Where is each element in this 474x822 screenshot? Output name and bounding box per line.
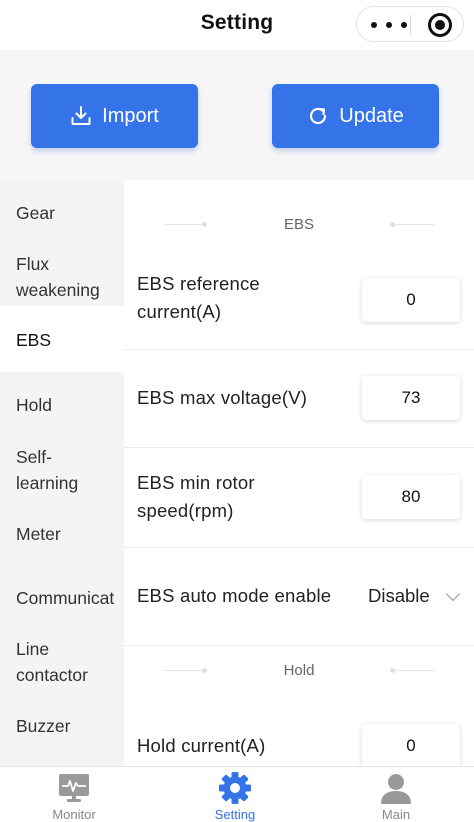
row-hold-current: Hold current(A) 0 <box>124 696 474 766</box>
row-label: EBS auto mode enable <box>137 585 332 606</box>
settings-category-sidebar: Gear Flux weakening EBS Hold Self- learn… <box>0 180 124 766</box>
sidebar-item-hold[interactable]: Hold <box>0 392 124 418</box>
user-icon <box>381 774 411 804</box>
monitor-icon <box>59 774 89 802</box>
tab-monitor[interactable]: Monitor <box>0 767 153 822</box>
section-divider-right <box>394 670 434 671</box>
tab-label: Setting <box>214 807 256 822</box>
hold-current-input[interactable]: 0 <box>362 724 460 766</box>
bottom-tab-bar: Monitor Setting Main <box>0 766 474 822</box>
tab-main[interactable]: Main <box>317 767 474 822</box>
section-header-ebs: EBS <box>124 210 474 240</box>
ebs-max-voltage-input[interactable]: 73 <box>362 376 460 420</box>
update-button[interactable]: Update <box>272 84 439 148</box>
import-label: Import <box>102 104 159 127</box>
tab-label: Main <box>381 807 411 822</box>
mini-program-capsule <box>356 6 464 42</box>
section-header-hold: Hold <box>124 656 474 686</box>
row-label: EBS max voltage(V) <box>137 387 308 408</box>
gear-icon <box>219 772 251 804</box>
sidebar-item-buzzer[interactable]: Buzzer <box>0 713 124 739</box>
sidebar-item-communication[interactable]: Communicat <box>0 585 124 611</box>
row-label: EBS min rotor speed(rpm) <box>137 472 255 521</box>
refresh-icon <box>310 107 327 125</box>
row-label: Hold current(A) <box>137 735 266 756</box>
ebs-min-rotor-speed-input[interactable]: 80 <box>362 475 460 519</box>
sidebar-item-meter[interactable]: Meter <box>0 521 124 547</box>
download-icon <box>71 106 91 125</box>
close-target-icon[interactable] <box>428 13 452 37</box>
row-ebs-reference-current: EBS reference current(A) 0 <box>124 250 474 350</box>
row-label: EBS reference current(A) <box>137 273 260 322</box>
row-ebs-auto-mode-enable: EBS auto mode enable Disable <box>124 548 474 646</box>
settings-content: EBS EBS reference current(A) 0 EBS max v… <box>124 180 474 766</box>
tab-setting[interactable]: Setting <box>156 767 314 822</box>
ebs-auto-mode-select[interactable]: Disable <box>368 582 430 610</box>
sidebar-item-self-learning[interactable]: Self- learning <box>0 444 124 496</box>
sidebar-item-line-contactor[interactable]: Line contactor <box>0 636 124 688</box>
sidebar-item-gear[interactable]: Gear <box>0 200 124 226</box>
title-bar: Setting <box>0 0 474 50</box>
section-divider-right <box>394 224 434 225</box>
tab-label: Monitor <box>52 807 96 822</box>
update-label: Update <box>339 104 404 127</box>
ebs-reference-current-input[interactable]: 0 <box>362 278 460 322</box>
row-ebs-max-voltage: EBS max voltage(V) 73 <box>124 350 474 448</box>
chevron-down-icon[interactable] <box>445 586 461 602</box>
action-bar: Import Update <box>0 50 474 180</box>
sidebar-item-ebs[interactable]: EBS <box>0 306 124 372</box>
import-button[interactable]: Import <box>31 84 198 148</box>
more-icon[interactable] <box>371 16 407 34</box>
row-ebs-min-rotor-speed: EBS min rotor speed(rpm) 80 <box>124 448 474 548</box>
sidebar-item-flux-weakening[interactable]: Flux weakening <box>0 251 124 303</box>
capsule-divider <box>410 15 411 35</box>
